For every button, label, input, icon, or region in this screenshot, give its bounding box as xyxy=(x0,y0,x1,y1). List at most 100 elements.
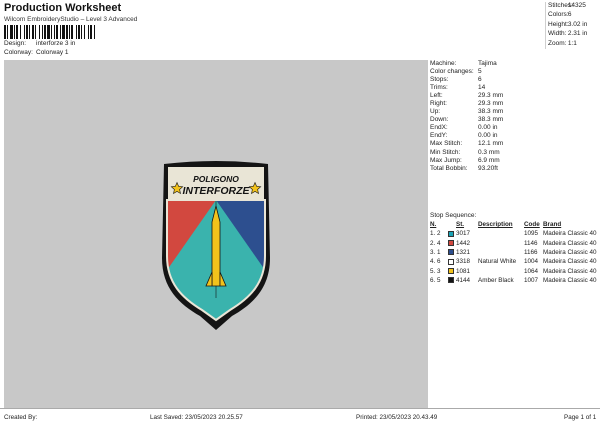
info-label: Color changes: xyxy=(430,68,474,76)
created-by: Created By: xyxy=(4,414,38,421)
table-header-row: N. St. Description Code Brand xyxy=(430,220,600,229)
table-row: 2. 4 1442 1146 Madeira Classic 40 xyxy=(430,238,600,247)
info-label: Min Stitch: xyxy=(430,148,461,156)
thread-description xyxy=(478,238,524,247)
thread-code: 1146 xyxy=(524,239,538,247)
info-value: 6 xyxy=(478,76,482,84)
barcode-bar xyxy=(44,25,46,39)
barcode-bar xyxy=(16,25,18,39)
info-value: 0.00 in xyxy=(478,124,498,132)
col-header-swatch xyxy=(448,220,456,229)
info-row: Right: 29.3 mm xyxy=(430,100,600,108)
seq-index: 2. 4 xyxy=(430,239,441,247)
design-value: interforze 3 in xyxy=(36,40,76,47)
seq-index: 3. 1 xyxy=(430,248,441,256)
col-header-n: N. xyxy=(430,221,437,228)
barcode-bar xyxy=(26,25,28,39)
patch-text-line2: INTERFORZE xyxy=(182,185,250,197)
table-row: 4. 6 3318 Natural White 1004 Madeira Classic… xyxy=(430,257,600,266)
barcode-bar xyxy=(39,25,40,39)
barcode-bar xyxy=(62,25,65,39)
thread-brand: Madeira Classic 40 xyxy=(543,277,597,285)
color-swatch-cell xyxy=(448,257,456,266)
info-label: Up: xyxy=(430,108,441,116)
seq-index: 4. 6 xyxy=(430,258,441,266)
summary-stats: Stitches: 14325 Colors: 6 Height: 3.02 i… xyxy=(545,2,600,49)
info-value: 0.00 in xyxy=(478,132,498,140)
info-row: EndY: 0.00 in xyxy=(430,132,600,140)
info-value: 12.1 mm xyxy=(478,140,504,148)
info-row: Color changes: 5 xyxy=(430,68,600,76)
info-row: Max Stitch: 12.1 mm xyxy=(430,140,600,148)
design-row: Design: interforze 3 in xyxy=(4,40,75,47)
info-label: Stops: xyxy=(430,76,449,84)
stop-sequence-table: N. St. Description Code Brand 1. 2 3017 10… xyxy=(430,220,600,285)
barcode-bar xyxy=(60,25,61,39)
color-swatch-cell xyxy=(448,238,456,247)
info-value: 29.3 mm xyxy=(478,92,504,100)
stitch-count: 4144 xyxy=(456,277,471,285)
barcode-bar xyxy=(20,25,21,39)
stat-row: Colors: 6 xyxy=(548,11,600,20)
info-row: Trims: 14 xyxy=(430,84,600,92)
thread-brand: Madeira Classic 40 xyxy=(543,239,597,247)
info-label: Left: xyxy=(430,92,443,100)
info-row: Max Jump: 6.9 mm xyxy=(430,157,600,165)
last-saved: Last Saved: 23/05/2023 20.25.57 xyxy=(150,414,243,421)
barcode-bar xyxy=(35,25,36,39)
info-value: 93.20ft xyxy=(478,164,498,172)
barcode-bar xyxy=(84,25,85,39)
thread-code: 1007 xyxy=(524,277,539,285)
barcode-bar xyxy=(56,25,58,39)
color-swatch-cell xyxy=(448,267,456,276)
stat-row: Width: 2.31 in xyxy=(548,30,600,39)
info-label: Trims: xyxy=(430,84,448,92)
thread-description xyxy=(478,248,524,257)
info-row: Total Bobbin: 93.20ft xyxy=(430,165,600,173)
color-swatch xyxy=(448,230,454,237)
info-row: EndX: 0.00 in xyxy=(430,124,600,132)
barcode-bar xyxy=(76,25,77,39)
thread-description: Amber Black xyxy=(478,277,514,285)
info-value: Tajima xyxy=(478,60,497,67)
info-value: 38.3 mm xyxy=(478,116,504,124)
color-swatch-cell xyxy=(448,229,456,238)
info-label: Total Bobbin: xyxy=(430,164,468,172)
thread-code: 1004 xyxy=(524,258,539,266)
barcode-bar xyxy=(66,25,68,39)
col-header-st: St. xyxy=(456,221,465,228)
barcode-bar xyxy=(24,25,25,39)
page-number: Page 1 of 1 xyxy=(564,414,597,421)
info-label: Right: xyxy=(430,100,447,108)
stat-label: Stitches: xyxy=(548,2,573,9)
thread-code: 1166 xyxy=(524,248,538,256)
thread-code: 1095 xyxy=(524,230,539,238)
colorway-row: Colorway: Colorway 1 xyxy=(4,49,69,56)
info-label: EndX: xyxy=(430,124,448,132)
barcode-bar xyxy=(42,25,43,39)
barcode-bar xyxy=(10,25,13,39)
barcode-bar xyxy=(78,25,80,39)
info-row: Machine: Tajima xyxy=(430,60,600,68)
shield-patch: POLIGONO INTERFORZE xyxy=(162,161,270,330)
printed-date: Printed: 23/05/2023 20.43.49 xyxy=(356,414,438,421)
color-swatch xyxy=(448,277,454,284)
info-row: Up: 38.3 mm xyxy=(430,108,600,116)
stat-label: Colors: xyxy=(548,11,569,19)
info-value: 29.3 mm xyxy=(478,100,504,108)
barcode-bar xyxy=(54,25,55,39)
stitch-count: 1081 xyxy=(456,267,471,275)
barcode-image xyxy=(4,25,95,39)
stitch-count: 1321 xyxy=(456,248,471,256)
stitch-count: 1442 xyxy=(456,239,471,247)
info-row: Min Stitch: 0.3 mm xyxy=(430,149,600,157)
thread-brand: Madeira Classic 40 xyxy=(543,258,597,266)
stat-value: 6 xyxy=(567,11,572,19)
software-subtitle: Wilcom EmbroideryStudio – Level 3 Advanc… xyxy=(4,16,138,23)
color-swatch xyxy=(448,268,454,275)
info-value: 14 xyxy=(478,84,486,92)
color-swatch xyxy=(448,258,454,265)
barcode-bar xyxy=(32,25,34,39)
barcode-bar xyxy=(88,25,89,39)
barcode-bar xyxy=(4,25,6,39)
